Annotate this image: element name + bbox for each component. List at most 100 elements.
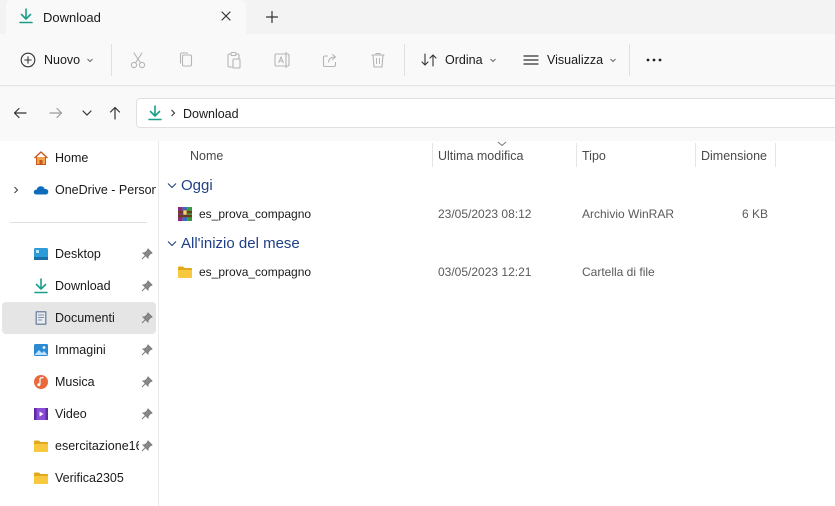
toolbar-divider [404,44,405,76]
sidebar-item-label: Video [55,407,87,421]
sidebar-item-esercitazione16r[interactable]: esercitazione16r [2,430,156,462]
winrar-archive-icon [177,206,193,222]
column-header-modified[interactable]: Ultima modifica [432,141,576,169]
chevron-down-icon [167,182,177,190]
share-icon[interactable] [319,49,341,71]
pin-icon[interactable] [141,248,153,260]
table-row[interactable]: es_prova_compagno 03/05/2023 12:21 Carte… [159,259,835,285]
download-icon [147,105,163,121]
group-header-earlier-this-month[interactable]: All'inizio del mese [159,232,419,256]
sidebar-item-desktop[interactable]: Desktop [2,238,156,270]
folder-icon [177,264,193,280]
tab-download[interactable]: Download [6,0,246,34]
desktop-icon [33,246,49,262]
pictures-icon [33,342,49,358]
breadcrumb-chevron-icon[interactable] [169,109,177,117]
sidebar-item-label: Desktop [55,247,101,261]
column-header-label: Tipo [582,149,606,163]
file-name: es_prova_compagno [199,265,312,279]
delete-icon[interactable] [367,49,389,71]
copy-icon[interactable] [175,49,197,71]
file-size: 6 KB [741,207,768,221]
chevron-right-icon[interactable] [12,186,20,194]
sidebar-item-label: Musica [55,375,95,389]
new-button[interactable]: Nuovo [20,34,94,86]
plus-circle-icon [20,52,36,68]
download-icon [18,8,34,24]
navigation-pane: Home OneDrive - Persona Desktop Download… [0,141,158,506]
file-list: Nome Ultima modifica Tipo Dimensione Ogg… [159,141,835,506]
pin-icon[interactable] [141,344,153,356]
rename-icon[interactable] [271,49,293,71]
chevron-down-icon [609,56,617,64]
sidebar-item-pictures[interactable]: Immagini [2,334,156,366]
table-row[interactable]: es_prova_compagno 23/05/2023 08:12 Archi… [159,201,835,227]
pin-icon[interactable] [141,408,153,420]
toolbar-divider [629,44,630,76]
sidebar-item-verifica2305[interactable]: Verifica2305 [2,462,156,494]
column-header-type[interactable]: Tipo [576,141,695,169]
cut-icon[interactable] [127,49,149,71]
folder-icon [33,470,49,486]
address-bar[interactable]: Download [136,98,835,128]
column-header-label: Dimensione [701,149,768,163]
address-row: Download [0,87,835,141]
tab-strip: Download [0,0,835,34]
sort-icon [420,52,438,68]
sidebar-divider [10,222,147,223]
sidebar-item-label: Download [55,279,111,293]
back-arrow-icon[interactable] [12,105,28,121]
toolbar-divider [111,44,112,76]
sort-button[interactable]: Ordina [420,34,497,86]
new-tab-icon[interactable] [263,8,281,26]
close-icon[interactable] [219,9,233,23]
view-button[interactable]: Visualizza [522,34,617,86]
music-icon [33,374,49,390]
column-divider[interactable] [775,143,776,167]
video-icon [33,406,49,422]
download-icon [33,278,49,294]
sidebar-item-label: esercitazione16r [55,439,139,453]
group-header-today[interactable]: Oggi [159,174,359,198]
sidebar-item-label: Immagini [55,343,106,357]
forward-arrow-icon[interactable] [48,105,64,121]
sidebar-item-label: Home [55,151,89,165]
view-label: Visualizza [547,53,604,67]
sidebar-item-video[interactable]: Video [2,398,156,430]
group-label: All'inizio del mese [181,235,300,252]
tab-title: Download [43,10,101,25]
main-area: Home OneDrive - Persona Desktop Download… [0,141,835,506]
sidebar-item-documents[interactable]: Documenti [2,302,156,334]
pin-icon[interactable] [141,440,153,452]
sidebar-item-download[interactable]: Download [2,270,156,302]
sidebar-item-label: Verifica2305 [55,471,124,485]
column-header-label: Ultima modifica [438,149,524,163]
sort-label: Ordina [445,53,483,67]
sidebar-item-music[interactable]: Musica [2,366,156,398]
column-header-size[interactable]: Dimensione [695,141,775,169]
pin-icon[interactable] [141,280,153,292]
sidebar-item-home[interactable]: Home [2,142,156,174]
pin-icon[interactable] [141,312,153,324]
file-type: Cartella di file [582,265,655,279]
pin-icon[interactable] [141,376,153,388]
paste-icon[interactable] [223,49,245,71]
column-header-name[interactable]: Nome [184,141,432,169]
sidebar-item-onedrive[interactable]: OneDrive - Persona [2,174,156,206]
chevron-down-icon [86,56,94,64]
command-bar: Nuovo Ordina Visualizza [0,34,835,86]
onedrive-icon [33,182,49,198]
file-modified: 23/05/2023 08:12 [438,207,532,221]
up-arrow-icon[interactable] [107,105,123,121]
sidebar-item-label: Documenti [55,311,115,325]
recent-locations-chevron-icon[interactable] [79,105,95,121]
chevron-down-icon [489,56,497,64]
file-name: es_prova_compagno [199,207,312,221]
chevron-down-icon [167,240,177,248]
new-label: Nuovo [44,53,81,67]
column-header-label: Nome [190,149,224,163]
more-icon[interactable] [643,49,665,71]
breadcrumb-download[interactable]: Download [183,107,239,121]
home-icon [33,150,49,166]
group-label: Oggi [181,177,213,194]
